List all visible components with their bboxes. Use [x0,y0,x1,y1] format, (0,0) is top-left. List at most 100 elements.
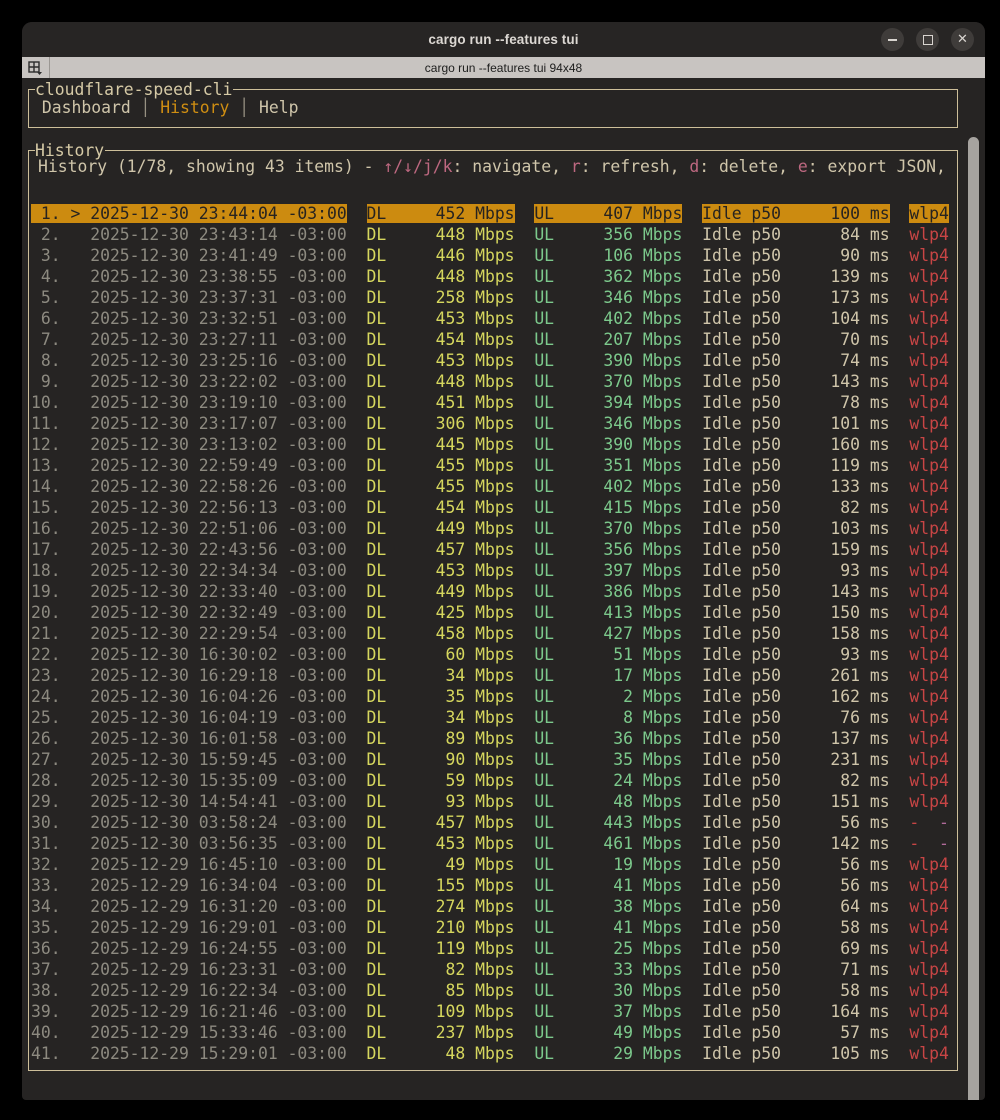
upload-cell: UL 427 Mbps [534,624,682,643]
history-row[interactable]: 41. 2025-12-29 15:29:01 -03:00 DL 48 Mbp… [31,1043,949,1064]
scrollbar-thumb[interactable] [968,137,979,1100]
latency-cell: Idle p50 101 ms [702,414,890,433]
history-row[interactable]: 22. 2025-12-30 16:30:02 -03:00 DL 60 Mbp… [31,644,949,665]
download-cell: DL 448 Mbps [367,225,515,244]
history-row[interactable]: 23. 2025-12-30 16:29:18 -03:00 DL 34 Mbp… [31,665,949,686]
history-row[interactable]: 32. 2025-12-29 16:45:10 -03:00 DL 49 Mbp… [31,854,949,875]
history-row[interactable]: 33. 2025-12-29 16:34:04 -03:00 DL 155 Mb… [31,875,949,896]
history-row[interactable]: 3. 2025-12-30 23:41:49 -03:00 DL 446 Mbp… [31,245,949,266]
row-index-date: 33. 2025-12-29 16:34:04 -03:00 [31,876,347,895]
latency-cell: Idle p50 74 ms [702,351,890,370]
latency-cell: Idle p50 150 ms [702,603,890,622]
history-row[interactable]: 37. 2025-12-29 16:23:31 -03:00 DL 82 Mbp… [31,959,949,980]
history-row[interactable]: 34. 2025-12-29 16:31:20 -03:00 DL 274 Mb… [31,896,949,917]
upload-cell: UL 386 Mbps [534,582,682,601]
interface-cell: wlp4 [909,414,948,433]
upload-cell: UL 394 Mbps [534,393,682,412]
upload-cell: UL 402 Mbps [534,477,682,496]
interface-cell: wlp4 [909,981,948,1000]
download-cell: DL 457 Mbps [367,540,515,559]
upload-cell: UL 48 Mbps [534,792,682,811]
history-row[interactable]: 15. 2025-12-30 22:56:13 -03:00 DL 454 Mb… [31,497,949,518]
history-row[interactable]: 38. 2025-12-29 16:22:34 -03:00 DL 85 Mbp… [31,980,949,1001]
history-row[interactable]: 7. 2025-12-30 23:27:11 -03:00 DL 454 Mbp… [31,329,949,350]
history-row[interactable]: 4. 2025-12-30 23:38:55 -03:00 DL 448 Mbp… [31,266,949,287]
latency-cell: Idle p50 64 ms [702,897,890,916]
upload-cell: UL 390 Mbps [534,435,682,454]
history-row[interactable]: 31. 2025-12-30 03:56:35 -03:00 DL 453 Mb… [31,833,949,854]
latency-cell: Idle p50 105 ms [702,1044,890,1063]
history-row[interactable]: 26. 2025-12-30 16:01:58 -03:00 DL 89 Mbp… [31,728,949,749]
interface-cell: wlp4 [909,855,948,874]
upload-cell: UL 390 Mbps [534,351,682,370]
interface-cell: wlp4 [909,645,948,664]
interface-cell-extra: - [939,813,949,832]
tab-help[interactable]: Help [259,98,298,117]
history-table: 1. > 2025-12-30 23:44:04 -03:00 DL 452 M… [31,203,949,1064]
interface-cell: wlp4 [909,750,948,769]
row-index-date: 17. 2025-12-30 22:43:56 -03:00 [31,540,347,559]
interface-cell: wlp4 [909,309,948,328]
history-row[interactable]: 40. 2025-12-29 15:33:46 -03:00 DL 237 Mb… [31,1022,949,1043]
upload-cell: UL 356 Mbps [534,540,682,559]
history-row[interactable]: 21. 2025-12-30 22:29:54 -03:00 DL 458 Mb… [31,623,949,644]
tab-dashboard[interactable]: Dashboard [42,98,131,117]
shortcut-desc: : navigate, [452,157,570,176]
history-row[interactable]: 9. 2025-12-30 23:22:02 -03:00 DL 448 Mbp… [31,371,949,392]
latency-cell: Idle p50 78 ms [702,393,890,412]
download-cell: DL 454 Mbps [367,330,515,349]
interface-cell: wlp4 [909,624,948,643]
history-row[interactable]: 17. 2025-12-30 22:43:56 -03:00 DL 457 Mb… [31,539,949,560]
history-row[interactable]: 10. 2025-12-30 23:19:10 -03:00 DL 451 Mb… [31,392,949,413]
interface-cell: wlp4 [909,960,948,979]
latency-cell: Idle p50 93 ms [702,645,890,664]
upload-cell: UL 413 Mbps [534,603,682,622]
latency-cell: Idle p50 162 ms [702,687,890,706]
latency-cell: Idle p50 158 ms [702,624,890,643]
history-row[interactable]: 30. 2025-12-30 03:58:24 -03:00 DL 457 Mb… [31,812,949,833]
history-row[interactable]: 24. 2025-12-30 16:04:26 -03:00 DL 35 Mbp… [31,686,949,707]
history-row[interactable]: 5. 2025-12-30 23:37:31 -03:00 DL 258 Mbp… [31,287,949,308]
latency-cell: Idle p50 231 ms [702,750,890,769]
row-index-date: 15. 2025-12-30 22:56:13 -03:00 [31,498,347,517]
history-row[interactable]: 35. 2025-12-29 16:29:01 -03:00 DL 210 Mb… [31,917,949,938]
terminal-tab-strip: cargo run --features tui 94x48 [22,57,985,78]
history-row[interactable]: 16. 2025-12-30 22:51:06 -03:00 DL 449 Mb… [31,518,949,539]
latency-cell: Idle p50 119 ms [702,456,890,475]
tab-separator: │ [229,98,259,117]
latency-cell: Idle p50 261 ms [702,666,890,685]
history-row[interactable]: 11. 2025-12-30 23:17:07 -03:00 DL 306 Mb… [31,413,949,434]
history-row[interactable]: 19. 2025-12-30 22:33:40 -03:00 DL 449 Mb… [31,581,949,602]
history-row[interactable]: 25. 2025-12-30 16:04:19 -03:00 DL 34 Mbp… [31,707,949,728]
latency-cell: Idle p50 69 ms [702,939,890,958]
history-row[interactable]: 20. 2025-12-30 22:32:49 -03:00 DL 425 Mb… [31,602,949,623]
history-row[interactable]: 18. 2025-12-30 22:34:34 -03:00 DL 453 Mb… [31,560,949,581]
row-index-date: 29. 2025-12-30 14:54:41 -03:00 [31,792,347,811]
history-row[interactable]: 29. 2025-12-30 14:54:41 -03:00 DL 93 Mbp… [31,791,949,812]
maximize-button[interactable] [916,28,939,51]
minimize-button[interactable] [881,28,904,51]
terminal-scrollbar[interactable] [967,136,980,1100]
history-row[interactable]: 8. 2025-12-30 23:25:16 -03:00 DL 453 Mbp… [31,350,949,371]
window-titlebar[interactable]: cargo run --features tui ✕ [22,22,985,57]
close-button[interactable]: ✕ [951,28,974,51]
history-row[interactable]: 14. 2025-12-30 22:58:26 -03:00 DL 455 Mb… [31,476,949,497]
history-row[interactable]: 27. 2025-12-30 15:59:45 -03:00 DL 90 Mbp… [31,749,949,770]
history-row[interactable]: 12. 2025-12-30 23:13:02 -03:00 DL 445 Mb… [31,434,949,455]
history-row[interactable]: 13. 2025-12-30 22:59:49 -03:00 DL 455 Mb… [31,455,949,476]
upload-cell: UL 29 Mbps [534,1044,682,1063]
history-row[interactable]: 2. 2025-12-30 23:43:14 -03:00 DL 448 Mbp… [31,224,949,245]
row-index-date: 11. 2025-12-30 23:17:07 -03:00 [31,414,347,433]
history-row[interactable]: 28. 2025-12-30 15:35:09 -03:00 DL 59 Mbp… [31,770,949,791]
latency-cell: Idle p50 160 ms [702,435,890,454]
history-status-text: History (1/78, showing 43 items) - [38,157,383,176]
terminal-tab-label[interactable]: cargo run --features tui 94x48 [22,61,985,75]
history-row[interactable]: 6. 2025-12-30 23:32:51 -03:00 DL 453 Mbp… [31,308,949,329]
history-row[interactable]: 1. > 2025-12-30 23:44:04 -03:00 DL 452 M… [31,203,949,224]
row-index-date: 19. 2025-12-30 22:33:40 -03:00 [31,582,347,601]
history-row[interactable]: 39. 2025-12-29 16:21:46 -03:00 DL 109 Mb… [31,1001,949,1022]
tab-history[interactable]: History [160,98,229,117]
maximize-icon [923,35,933,45]
history-row[interactable]: 36. 2025-12-29 16:24:55 -03:00 DL 119 Mb… [31,938,949,959]
interface-cell: wlp4 [909,876,948,895]
